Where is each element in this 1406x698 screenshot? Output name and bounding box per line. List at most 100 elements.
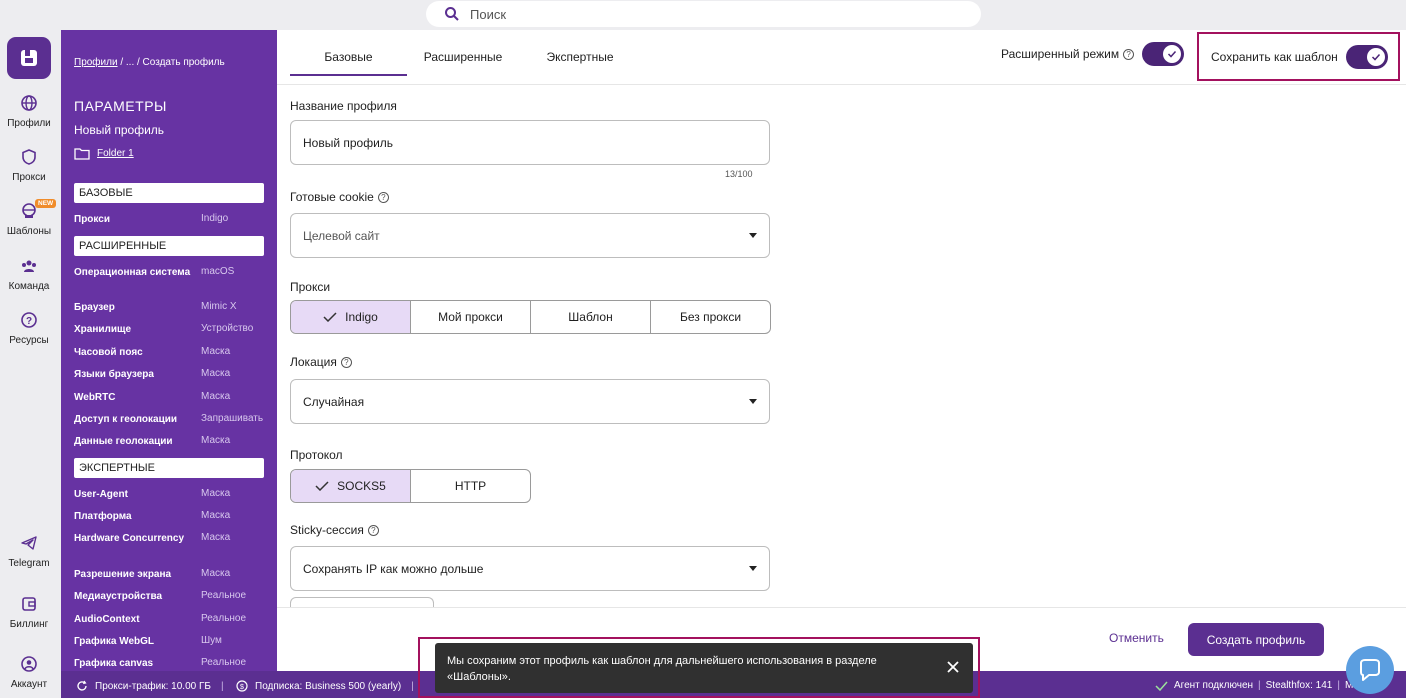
tab-basic[interactable]: Базовые [290, 30, 407, 76]
sticky-select[interactable]: Сохранять IP как можно дольше [290, 546, 770, 591]
advanced-mode-label: Расширенный режим [1001, 47, 1120, 61]
param-row[interactable]: Разрешение экрана Маска [74, 568, 274, 581]
param-row[interactable]: Операционная система macOS [74, 266, 274, 279]
param-row[interactable]: User-Agent Маска [74, 488, 274, 501]
left-nav: Профили Прокси NEW Шаблоны Команда ? Рес… [0, 30, 61, 698]
tab-expert[interactable]: Экспертные [519, 30, 641, 76]
param-value: Реальное [201, 613, 247, 624]
check-icon [1168, 50, 1177, 58]
save-template-highlight: Сохранить как шаблон [1197, 32, 1400, 81]
param-value: Маска [201, 391, 231, 402]
param-key: User-Agent [74, 489, 128, 500]
param-row[interactable]: Hardware Concurrency Маска [74, 532, 274, 545]
advanced-mode-toggle[interactable] [1142, 42, 1185, 66]
cancel-button[interactable]: Отменить [1109, 631, 1164, 645]
param-key: Графика WebGL [74, 636, 155, 647]
close-icon[interactable] [947, 661, 959, 673]
option-label: Indigo [345, 310, 378, 324]
support-chat-button[interactable] [1346, 646, 1394, 694]
param-value: Маска [201, 346, 231, 357]
param-key: AudioContext [74, 614, 140, 625]
nav-label: Шаблоны [6, 226, 52, 237]
save-template-label: Сохранить как шаблон [1211, 49, 1338, 64]
section-expert[interactable]: ЭКСПЕРТНЫЕ [74, 458, 264, 478]
proxy-traffic-text: Прокси-трафик: 10.00 ГБ [95, 680, 211, 692]
breadcrumb: Профили / ... / Создать профиль [74, 57, 225, 68]
protocol-option-socks5[interactable]: SOCKS5 [291, 470, 411, 502]
param-key: WebRTC [74, 392, 116, 403]
proxy-option-my[interactable]: Мой прокси [411, 301, 531, 333]
svg-text:?: ? [26, 316, 32, 327]
search-icon [445, 7, 459, 21]
nav-item-team[interactable]: Команда [0, 257, 58, 292]
param-row[interactable]: WebRTC Маска [74, 391, 274, 404]
tab-advanced[interactable]: Расширенные [407, 30, 519, 76]
top-bar: Поиск [0, 0, 1406, 30]
help-icon[interactable]: ? [340, 356, 352, 368]
param-row[interactable]: Платформа Маска [74, 510, 274, 523]
param-key: Платформа [74, 511, 132, 522]
nav-item-profiles[interactable]: Профили [0, 94, 58, 129]
check-icon [1371, 53, 1380, 61]
param-key: Графика canvas [74, 658, 154, 669]
param-row[interactable]: Графика canvas Реальное [74, 657, 274, 670]
proxy-option-indigo[interactable]: Indigo [291, 301, 411, 333]
location-select[interactable]: Случайная [290, 379, 770, 424]
globe-icon [21, 95, 37, 111]
param-key: Браузер [74, 302, 115, 313]
help-icon[interactable]: ? [367, 524, 379, 536]
subscription-status: $ Подписка: Business 500 (yearly) | [236, 680, 414, 692]
cookie-select[interactable]: Целевой сайт [290, 213, 770, 258]
param-row[interactable]: Графика WebGL Шум [74, 635, 274, 648]
nav-item-proxies[interactable]: Прокси [0, 148, 58, 183]
next-field-partial [290, 597, 434, 607]
param-row[interactable]: Доступ к геолокации Запрашивать [74, 413, 274, 426]
nav-item-templates[interactable]: NEW Шаблоны [0, 199, 58, 237]
breadcrumb-rest: / ... / Создать профиль [117, 57, 225, 68]
name-counter: 13/100 [725, 169, 753, 179]
check-icon [323, 312, 337, 322]
team-icon [22, 260, 36, 272]
param-row[interactable]: Языки браузера Маска [74, 368, 274, 381]
chat-icon [1360, 659, 1380, 681]
help-icon[interactable]: ? [377, 191, 389, 203]
folder-icon [74, 148, 90, 160]
nav-item-account[interactable]: Аккаунт [0, 655, 58, 690]
section-advanced[interactable]: РАСШИРЕННЫЕ [74, 236, 264, 256]
protocol-label: Протокол [290, 448, 343, 462]
param-row[interactable]: Данные геолокации Маска [74, 435, 274, 448]
folder-link[interactable]: Folder 1 [74, 147, 134, 160]
breadcrumb-link-profiles[interactable]: Профили [74, 57, 118, 68]
param-row[interactable]: Часовой пояс Маска [74, 346, 274, 359]
sticky-value: Сохранять IP как можно дольше [303, 561, 484, 576]
param-value: macOS [201, 266, 235, 277]
protocol-option-http[interactable]: HTTP [411, 470, 530, 502]
save-template-toggle[interactable] [1345, 44, 1388, 69]
section-basic[interactable]: БАЗОВЫЕ [74, 183, 264, 203]
svg-text:$: $ [240, 684, 244, 691]
profile-name-input[interactable]: Новый профиль [290, 120, 770, 165]
nav-item-resources[interactable]: ? Ресурсы [0, 311, 58, 346]
param-row[interactable]: Медиаустройства Реальное [74, 590, 274, 603]
param-row[interactable]: AudioContext Реальное [74, 613, 274, 626]
nav-label: Команда [8, 281, 50, 292]
param-row[interactable]: Хранилище Устройство [74, 323, 274, 336]
cookie-placeholder: Целевой сайт [303, 228, 380, 243]
help-icon[interactable]: ? [1123, 48, 1135, 60]
cookie-label: Готовые cookie [290, 190, 374, 204]
nav-item-billing[interactable]: Биллинг [0, 595, 58, 630]
advanced-mode: Расширенный режим ? [1001, 42, 1185, 66]
param-row[interactable]: Прокси Indigo [74, 213, 274, 226]
nav-item-telegram[interactable]: Telegram [0, 534, 58, 569]
proxy-option-template[interactable]: Шаблон [531, 301, 651, 333]
cookie-label-row: Готовые cookie? [290, 190, 389, 204]
app-logo[interactable] [7, 37, 51, 79]
param-key: Hardware Concurrency [74, 533, 185, 544]
param-row[interactable]: Браузер Mimic X [74, 301, 274, 314]
create-profile-button[interactable]: Создать профиль [1188, 623, 1324, 656]
tabs-divider [277, 84, 1406, 85]
settings-tabs: Базовые Расширенные Экспертные [290, 30, 641, 76]
separator: | [1337, 680, 1340, 691]
search-input[interactable]: Поиск [426, 1, 981, 27]
proxy-option-none[interactable]: Без прокси [651, 301, 770, 333]
